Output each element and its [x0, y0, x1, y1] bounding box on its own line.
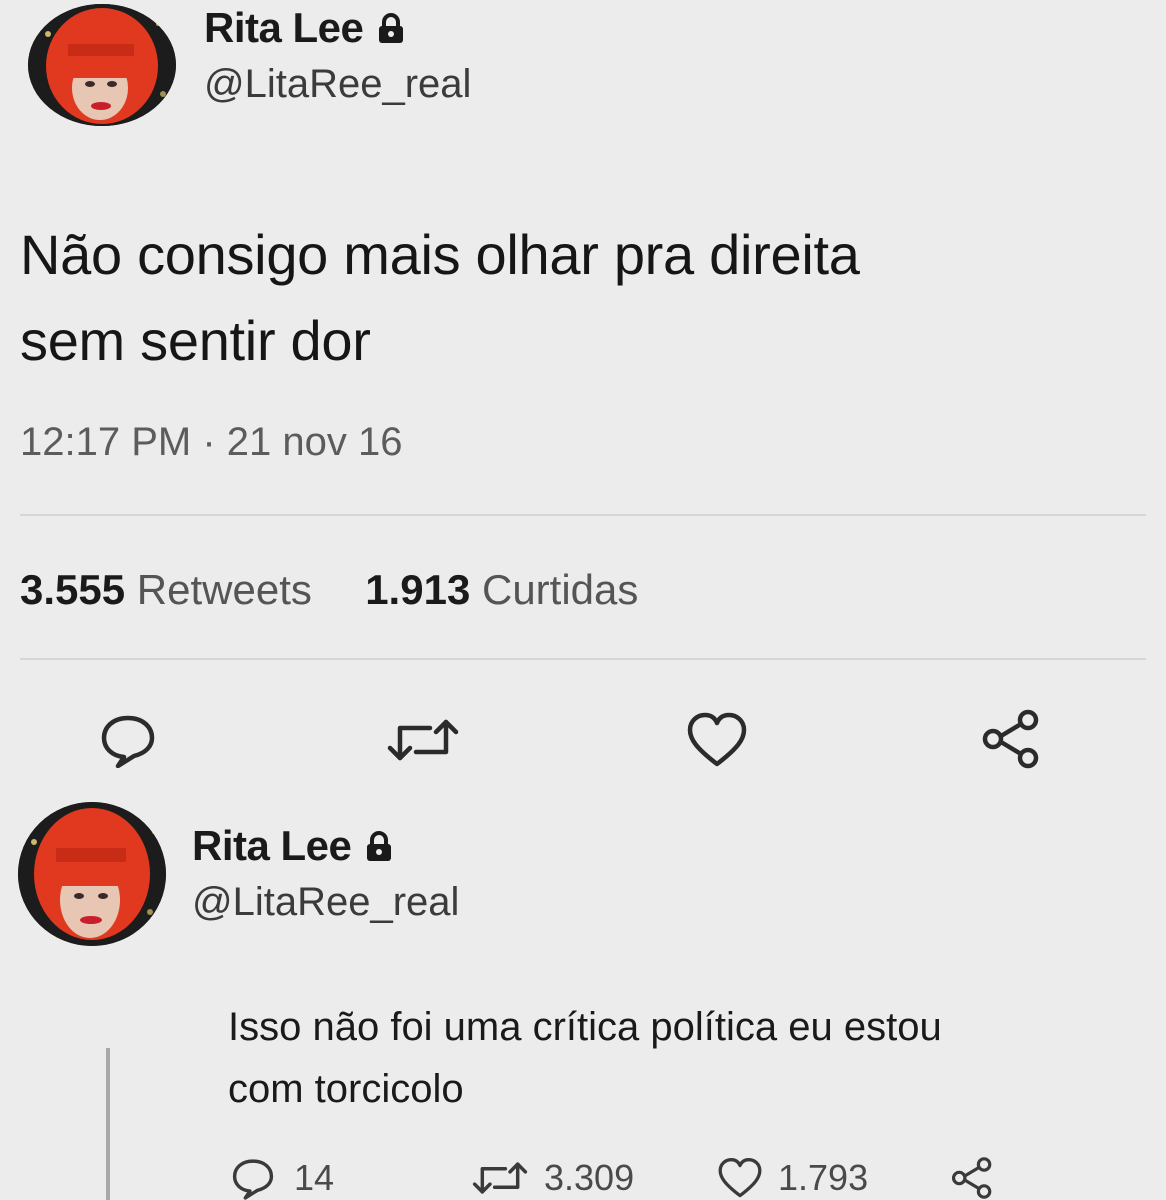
like-button[interactable] — [686, 710, 748, 770]
heart-icon — [718, 1158, 762, 1198]
author-name[interactable]: Rita Lee — [204, 4, 405, 52]
tweet-text-line-2: sem sentir dor — [20, 309, 371, 372]
likes-stat[interactable]: 1.913 Curtidas — [365, 566, 638, 613]
reply-retweet-button[interactable]: 3.309 — [470, 1156, 670, 1200]
divider-top — [20, 514, 1146, 516]
reply-retweet-count: 3.309 — [544, 1157, 635, 1198]
author-avatar[interactable] — [28, 4, 176, 126]
reply-like-count: 1.793 — [778, 1157, 869, 1198]
author-handle[interactable]: @LitaRee_real — [204, 62, 471, 107]
reply-avatar-image — [18, 802, 166, 946]
heart-icon — [687, 712, 747, 767]
retweets-count: 3.555 — [20, 566, 126, 613]
lock-icon — [367, 831, 392, 861]
likes-label: Curtidas — [481, 566, 639, 613]
share-icon — [982, 709, 1039, 769]
avatar-image — [28, 4, 176, 126]
likes-count: 1.913 — [365, 566, 471, 613]
reply-text-line-1: Isso não foi uma crítica política eu est… — [228, 1005, 942, 1049]
reply-like-button[interactable]: 1.793 — [716, 1156, 916, 1200]
tweet-timestamp[interactable]: 12:17 PM · 21 nov 16 — [20, 420, 403, 465]
meta-separator: · — [202, 420, 216, 464]
tweet-text: Não consigo mais olhar pra direita sem s… — [20, 212, 860, 384]
reply-author-avatar[interactable] — [18, 802, 166, 946]
tweet-time: 12:17 PM — [20, 420, 192, 464]
retweets-label: Retweets — [136, 566, 312, 613]
retweet-button[interactable] — [384, 712, 462, 768]
reply-text: Isso não foi uma crítica política eu est… — [228, 996, 942, 1120]
share-icon — [951, 1157, 992, 1199]
reply-bubble-icon — [101, 715, 155, 768]
tweet-date: 21 nov 16 — [226, 420, 403, 464]
lock-icon — [379, 13, 404, 43]
tweet-stats: 3.555 Retweets 1.913 Curtidas — [20, 566, 638, 614]
reply-share-button[interactable] — [950, 1156, 998, 1200]
reply-button[interactable] — [98, 712, 158, 768]
retweet-icon — [472, 1162, 528, 1194]
reply-author-name-text: Rita Lee — [192, 822, 352, 869]
reply-bubble-icon — [232, 1159, 274, 1200]
tweet-text-line-1: Não consigo mais olhar pra direita — [20, 223, 860, 286]
retweets-stat[interactable]: 3.555 Retweets — [20, 566, 324, 613]
retweet-icon — [387, 719, 459, 761]
share-button[interactable] — [980, 708, 1042, 770]
reply-author-name[interactable]: Rita Lee — [192, 822, 393, 870]
reply-count: 14 — [294, 1157, 335, 1198]
thread-line — [106, 1048, 110, 1200]
reply-author-handle[interactable]: @LitaRee_real — [192, 880, 459, 925]
author-name-text: Rita Lee — [204, 4, 364, 51]
reply-text-line-2: com torcicolo — [228, 1067, 464, 1111]
reply-reply-button[interactable]: 14 — [230, 1156, 370, 1200]
divider-bottom — [20, 658, 1146, 660]
